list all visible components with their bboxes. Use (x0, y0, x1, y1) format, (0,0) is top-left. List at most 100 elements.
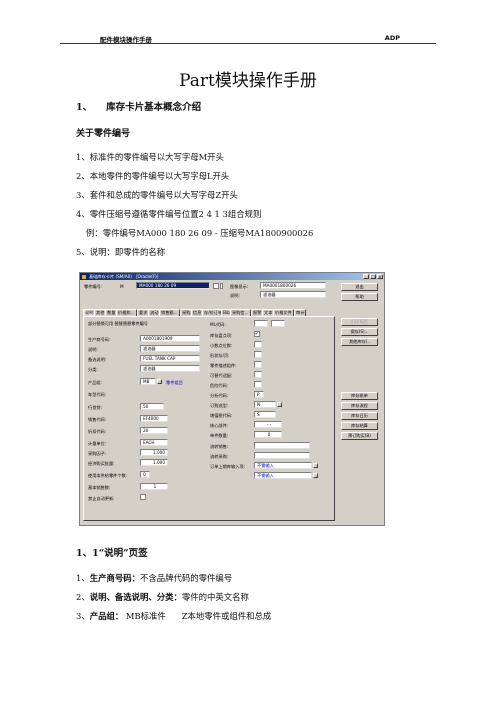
field-label: 可替代适配: (210, 373, 233, 378)
flow-purchase-field[interactable] (254, 452, 310, 459)
tab-audit[interactable]: 审计 (294, 309, 307, 316)
order-type-field[interactable]: N (254, 401, 276, 408)
part-no-lookup-button[interactable] (213, 283, 219, 289)
image-label: 图像显示: (230, 284, 249, 289)
stock-card-window: 基础库存卡片 (SM/A0) ［Oracle(F)］ _ □ × 零件编号: M… (79, 272, 385, 526)
field-label: 禁止自动更新: (88, 496, 115, 501)
field-label: 增值税代码: (210, 413, 233, 418)
field-label: 说明: (88, 347, 98, 352)
document-title: Part模块操作手册 (179, 71, 317, 91)
rule-line: 1、标准件的零件编号以大写字母M开头 (76, 152, 224, 162)
rule-line: 3、套件和总成的零件编号以大写字母Z开头 (76, 190, 238, 200)
item-line: 3、产品组： MB标准件 Z本地零件或组件和总成 (76, 610, 271, 622)
part-no-label: 零件编号: (84, 284, 103, 289)
rule-line: 5、说明：即零件的名称 (76, 247, 166, 257)
product-group-dropdown-icon[interactable] (157, 379, 162, 384)
base-sales-field[interactable]: 1 (140, 483, 168, 490)
part-no-field[interactable]: MA000 180 26 09 (136, 282, 210, 289)
ml-code-field-2[interactable] (271, 320, 285, 327)
core-part-field[interactable]: - - (254, 421, 282, 428)
part-no-scroll-icon[interactable] (220, 283, 223, 289)
item-line: 1、生产商号码：不含品牌代码的零件编号 (76, 572, 232, 584)
app-icon (82, 274, 86, 279)
exit-button[interactable]: 退出 (341, 283, 378, 291)
vat-code-field[interactable]: S (254, 411, 276, 418)
desc-field[interactable]: 滤油器 (260, 291, 326, 298)
ml-code-field[interactable] (254, 320, 268, 327)
other-stock-button[interactable]: 其他库存(.. (341, 338, 378, 346)
field-label: 单件数量: (210, 433, 229, 438)
purchase-factor-field[interactable]: 1.000 (140, 449, 168, 456)
item-text: 不含品牌代码的零件编号 (139, 573, 233, 583)
field-label: 生产商号码: (88, 337, 111, 342)
hazard-code-field[interactable] (254, 381, 262, 388)
field-label: 订单上期库输入项: (210, 464, 245, 469)
chevron-down-icon[interactable] (313, 473, 318, 478)
example-line: 例：零件编号MA000 180 26 09 - 压缩号MA1800900026 (86, 228, 314, 238)
discount-code-field[interactable]: 20 (140, 427, 168, 434)
component-field[interactable] (254, 361, 262, 368)
description-field[interactable]: 滤油器 (140, 345, 200, 352)
category-field[interactable]: 滤油器 (140, 365, 200, 372)
minimize-icon[interactable]: _ (363, 274, 369, 279)
order-input-select[interactable]: 不需输入 (254, 462, 312, 469)
field-label: 使用本供给零件个数: (88, 473, 128, 478)
save-button[interactable]: 保存(S)... (341, 328, 378, 336)
part-no-prefix: M (120, 284, 124, 289)
flow-sales-field[interactable] (254, 442, 310, 449)
unit-qty-field[interactable]: 0 (254, 431, 282, 438)
stock-flow-button[interactable]: 库存流程 (341, 402, 378, 410)
item-key: 说明、备选说明、分类： (89, 592, 182, 602)
sales-code-field[interactable]: EF4000 (140, 415, 168, 422)
item-line: 2、说明、备选说明、分类：零件的中英文名称 (76, 591, 249, 603)
tab-price[interactable]: 价格和... (116, 309, 137, 316)
pre-order-button[interactable]: 预订购买(B) (341, 432, 378, 440)
rule-line: 4、零件压缩号遵循零件编号位置2 4 1 3组合规则 (76, 209, 262, 219)
supply-count-field[interactable]: 0 (140, 471, 150, 478)
product-group-field[interactable]: MB (140, 378, 156, 385)
page-header: 配件模块操作手册 ADP (100, 30, 400, 44)
stocktake-checkbox[interactable]: ✔ (254, 331, 260, 337)
stock-bill-button[interactable]: 库存账单 (341, 392, 378, 400)
header-right: ADP (384, 34, 400, 42)
field-label: 流转销售: (210, 444, 229, 449)
field-label: 基本销售数: (88, 485, 111, 490)
window-titlebar: 基础库存卡片 (SM/A0) ［Oracle(F)］ _ □ × (80, 273, 384, 280)
field-label: 核心部件: (210, 423, 229, 428)
field-label: 订购选型: (210, 403, 229, 408)
section-1-heading: 1、 库存卡片基本概念介绍 (76, 99, 201, 113)
item-text: 零件的中英文名称 (181, 592, 249, 602)
chevron-down-icon[interactable] (313, 463, 318, 468)
description-panel: 部分替换可用 替替替替零件编号 生产商号码: A0001801909 说明: 滤… (83, 316, 335, 521)
field-label: 库存盘点项: (210, 333, 233, 338)
tab-price-file[interactable]: 价格文件 (273, 309, 294, 316)
rule-line: 2、本地零件的零件编号以大写字母L开头 (76, 171, 230, 181)
unit-field[interactable]: EACH (140, 439, 168, 446)
eoq-field[interactable]: 1.000 (140, 459, 168, 466)
field-label: 折扣代码: (88, 429, 107, 434)
shape-field[interactable] (254, 351, 262, 358)
manufacturer-no-field[interactable]: A0001801909 (140, 335, 200, 342)
maximize-icon[interactable]: □ (370, 274, 376, 279)
tab-sales[interactable]: 销售额... (159, 309, 180, 316)
field-label: 流转采购: (210, 454, 229, 459)
stock-calendar-button[interactable]: 库存日历 (341, 412, 378, 420)
line-field[interactable]: 50 (140, 403, 164, 410)
close-icon[interactable]: × (377, 274, 383, 279)
analysis-code-field[interactable]: P (254, 391, 264, 398)
no-auto-update-checkbox[interactable] (140, 494, 146, 500)
print-label-button[interactable]: 打印标签 (341, 318, 378, 326)
field-label: 车型代码: (88, 392, 107, 397)
field-label: 小数点位数: (210, 343, 233, 348)
tab-purchase-info[interactable]: 采购信... (230, 309, 251, 316)
field-label: 行贷贷: (88, 405, 102, 410)
image-field[interactable]: MA0001800026 (260, 282, 326, 289)
stock-settle-button[interactable]: 库存结算 (341, 422, 378, 430)
help-button[interactable]: 帮助 (341, 293, 378, 301)
field-label: 危险代码: (210, 383, 229, 388)
order-input-select-2[interactable]: 不需输入 (254, 472, 312, 479)
alt-fit-field[interactable] (254, 371, 262, 378)
order-type-dropdown-icon[interactable] (277, 402, 282, 407)
decimal-field[interactable] (254, 341, 262, 348)
alt-description-field[interactable]: FUEL TANK CAP (140, 355, 200, 362)
